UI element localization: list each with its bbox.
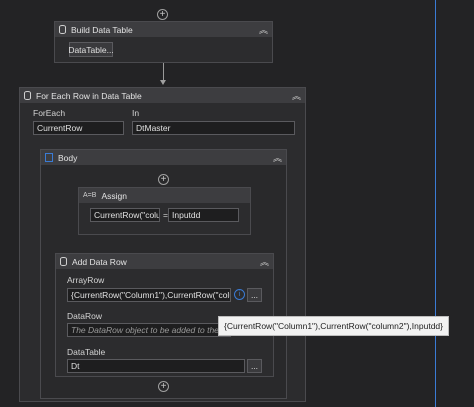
canvas-edge-line [435, 0, 436, 407]
collapse-chevron-icon[interactable]: ︽ [259, 23, 268, 36]
expression-info-icon[interactable]: i [234, 289, 245, 300]
data-row-field[interactable]: The DataRow object to be added to the Da… [67, 323, 231, 337]
collapse-chevron-icon[interactable]: ︽ [292, 89, 301, 102]
assign-value-field[interactable]: Inputdd [168, 208, 239, 222]
collapse-chevron-icon[interactable]: ︽ [273, 151, 282, 164]
add-data-row-activity[interactable]: Add Data Row ︽ ArrayRow {CurrentRow("Col… [55, 253, 274, 377]
build-data-table-activity[interactable]: Build Data Table ︽ DataTable... [54, 21, 273, 63]
in-label: In [132, 108, 140, 118]
for-each-row-title: For Each Row in Data Table [36, 90, 142, 101]
data-table-icon [24, 91, 31, 100]
in-datatable-field[interactable]: DtMaster [132, 121, 295, 135]
data-table-icon [59, 25, 66, 34]
for-each-row-header: For Each Row in Data Table ︽ [20, 88, 305, 103]
data-table-button[interactable]: DataTable... [68, 42, 114, 57]
data-row-label: DataRow [67, 311, 102, 321]
build-data-table-title: Build Data Table [71, 24, 133, 35]
collapse-chevron-icon[interactable]: ︽ [260, 255, 269, 268]
sequence-icon [45, 153, 53, 162]
assign-activity[interactable]: A=B Assign CurrentRow("colun = Inputdd [78, 187, 251, 235]
array-row-browse-button[interactable]: ... [247, 288, 262, 302]
add-data-row-header: Add Data Row ︽ [56, 254, 273, 269]
foreach-variable-field[interactable]: CurrentRow [33, 121, 124, 135]
assign-icon: A=B [83, 192, 97, 199]
data-table-browse-button[interactable]: ... [247, 359, 262, 373]
assign-to-field[interactable]: CurrentRow("colun [90, 208, 160, 222]
add-activity-plus-icon[interactable]: + [158, 174, 169, 185]
add-activity-plus-icon[interactable]: + [158, 381, 169, 392]
add-activity-plus-icon[interactable]: + [157, 9, 168, 20]
foreach-label: ForEach [33, 108, 66, 118]
for-each-row-activity[interactable]: For Each Row in Data Table ︽ ForEach Cur… [19, 87, 306, 402]
body-title: Body [58, 152, 78, 163]
build-data-table-header: Build Data Table ︽ [55, 22, 272, 37]
assign-title: Assign [101, 190, 127, 201]
data-table-label: DataTable [67, 347, 106, 357]
arrow-down-icon [160, 80, 166, 85]
add-data-row-title: Add Data Row [72, 256, 127, 267]
expression-tooltip: {CurrentRow("Column1"),CurrentRow("colum… [218, 316, 449, 336]
array-row-field[interactable]: {CurrentRow("Column1"),CurrentRow("colum… [67, 288, 231, 302]
data-table-icon [60, 257, 67, 266]
assign-header: A=B Assign [79, 188, 250, 203]
body-header: Body ︽ [41, 150, 286, 165]
body-sequence[interactable]: Body ︽ + A=B Assign CurrentRow("colun = … [40, 149, 287, 399]
data-table-field[interactable]: Dt [67, 359, 245, 373]
array-row-label: ArrayRow [67, 275, 105, 285]
